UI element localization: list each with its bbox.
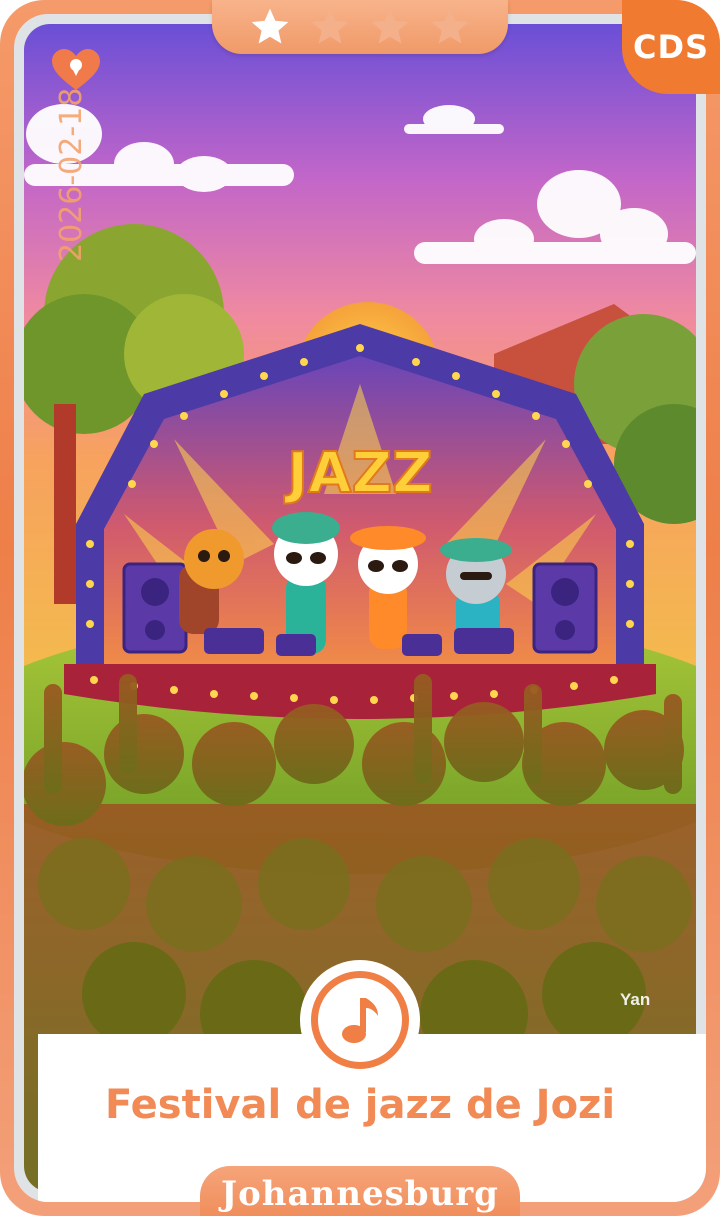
play-audio-button[interactable] xyxy=(300,960,420,1080)
country-badge: CDS xyxy=(622,0,720,94)
collectible-card: JAZZ CDS 2026-02-18 Yan Festival de jazz… xyxy=(0,0,720,1216)
card-date: 2026-02-18 xyxy=(54,87,89,262)
star-icon xyxy=(311,8,349,44)
jazz-sign: JAZZ xyxy=(283,441,432,506)
card-title: Festival de jazz de Jozi xyxy=(104,1082,616,1128)
star-rating xyxy=(212,0,508,54)
star-icon xyxy=(251,8,289,44)
artist-signature: Yan xyxy=(620,990,651,1009)
play-audio-ring xyxy=(311,971,409,1069)
music-note-icon xyxy=(342,998,378,1043)
heart-icon[interactable] xyxy=(50,48,102,92)
star-icon xyxy=(431,8,469,44)
city-label: Johannesburg xyxy=(200,1166,520,1216)
star-icon xyxy=(371,8,409,44)
